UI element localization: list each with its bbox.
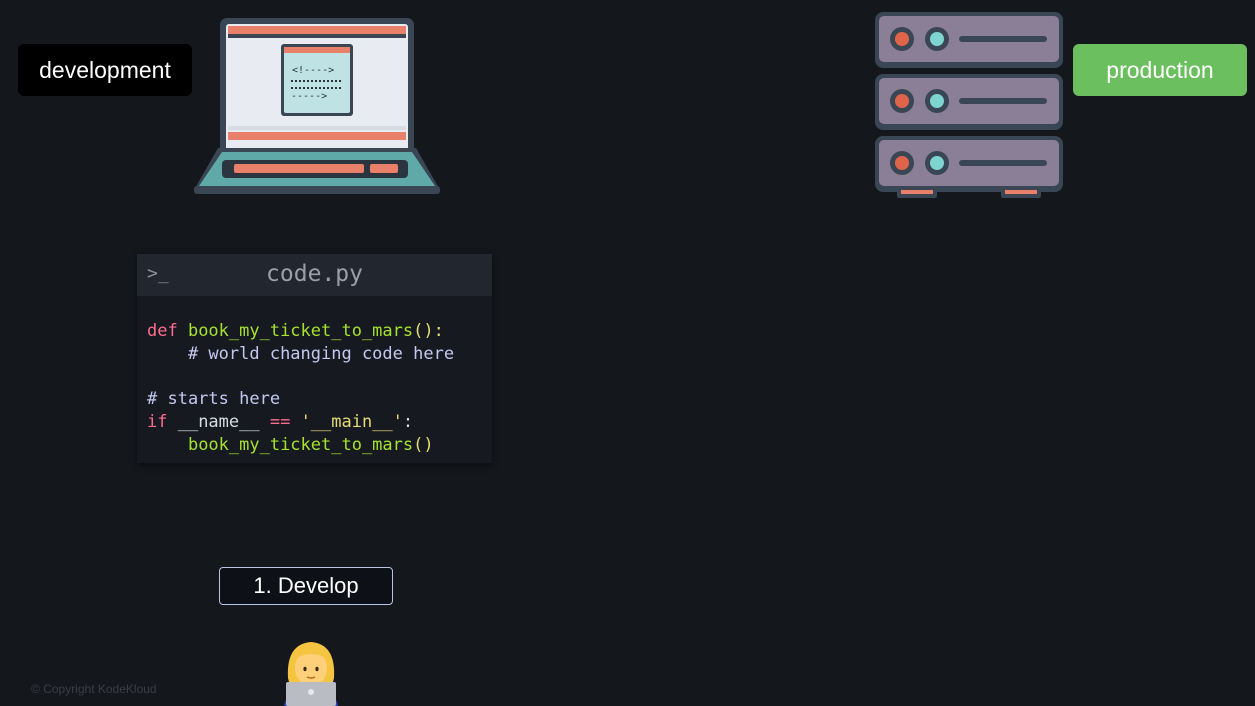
code-window: >_ code.py def book_my_ticket_to_mars():… [137,254,492,463]
code-line: def book_my_ticket_to_mars(): [147,320,454,343]
server-rack-icon [875,12,1063,198]
code-token: '__main__' [300,412,403,433]
laptop-icon: <!----> -----> [194,18,440,194]
step-label: 1. Develop [219,567,393,605]
svg-text:<!---->: <!----> [292,65,334,76]
code-token: (): [413,321,444,341]
code-token: if [147,412,178,433]
production-label: production [1073,44,1247,96]
developer-emoji-icon [284,642,338,706]
code-window-header: >_ code.py [137,254,492,296]
code-token: == [269,412,301,433]
code-token: # world changing code here [187,343,455,364]
development-label: development [18,44,192,96]
code-token: def [147,321,188,341]
code-token: __name__ [177,412,270,433]
code-token: book_my_ticket_to_mars [187,434,414,455]
code-line: # starts here [147,388,454,411]
svg-text:----->: -----> [291,91,327,102]
code-line: book_my_ticket_to_mars() [147,434,454,457]
code-block: def book_my_ticket_to_mars(): # world ch… [147,320,454,457]
code-token: book_my_ticket_to_mars [187,321,414,341]
code-line: if __name__ == '__main__': [147,411,454,434]
copyright-text: © Copyright KodeKloud [31,682,157,696]
file-name: code.py [266,261,363,287]
code-token: : [402,412,414,433]
code-token: # starts here [147,389,281,410]
code-line: # world changing code here [147,343,454,366]
code-token: () [413,434,434,455]
